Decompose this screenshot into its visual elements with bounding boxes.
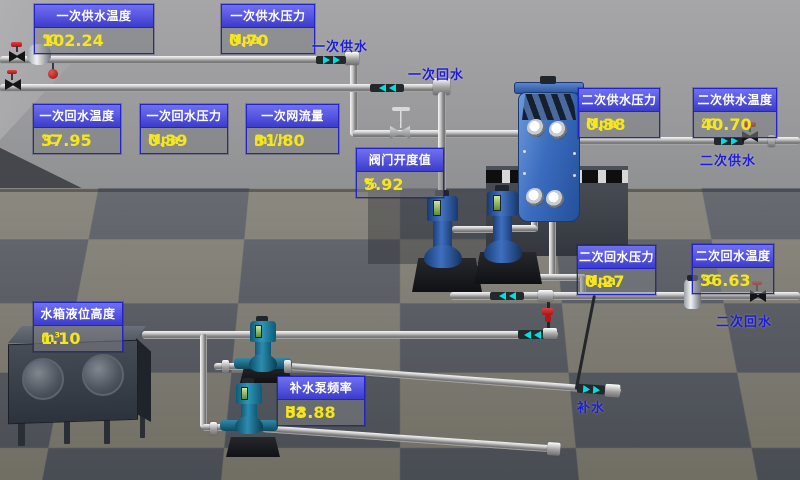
drain-valve-handle — [542, 308, 553, 315]
pipe-tag-makeup-water: 补水 — [577, 397, 605, 416]
gauge-tank-level[interactable]: 水箱液位高度 1.10m³ — [33, 302, 123, 352]
gauge-title: 一次回水压力 — [141, 105, 227, 128]
pipe-tag-secondary-supply: 二次供水 — [700, 150, 756, 169]
flow-arrow-primary-supply — [316, 56, 346, 64]
pump2-flange — [210, 422, 217, 435]
gauge-secondary-return-pressure[interactable]: 二次回水压力 0.27Mpa — [577, 245, 656, 295]
pump-motor — [250, 321, 276, 342]
makeup-pump-2[interactable] — [218, 378, 280, 438]
hx-tie-rods — [522, 94, 576, 120]
pipe-tag-primary-return: 一次回水 — [408, 64, 464, 83]
gauge-title: 补水泵频率 — [278, 377, 364, 400]
hx-bolt — [573, 174, 576, 177]
gauge-title: 二次回水压力 — [578, 246, 655, 269]
flow-arrow-secondary-supply — [714, 137, 744, 145]
tank-side-face — [136, 338, 151, 422]
gauge-value: 5.92 — [364, 175, 403, 194]
gauge-valve-opening[interactable]: 阀门开度值 5.92% — [356, 148, 444, 198]
hx-port-bottom-left — [526, 188, 544, 206]
gauge-value: 31.80 — [254, 131, 305, 150]
gauge-value: 0.38 — [586, 115, 625, 134]
hmi-screen: 一次供水温度 102.24℃ 一次供水压力 0.70Mpa 一次回水温度 37.… — [0, 0, 800, 480]
tank-line-flange — [543, 328, 557, 339]
gauge-title: 阀门开度值 — [357, 149, 443, 172]
gauge-value: 0.27 — [585, 272, 624, 291]
flow-arrow-tank-line — [518, 330, 546, 339]
pump-indicator-window — [493, 195, 501, 211]
gauge-title: 一次供水温度 — [35, 5, 153, 28]
gauge-title: 二次供水压力 — [579, 89, 659, 112]
hx-port-bottom-right — [546, 190, 564, 208]
hx-port-top-right — [549, 121, 567, 139]
makeup-header-end-flange — [605, 384, 621, 398]
pressure-sensor[interactable] — [48, 69, 58, 79]
gauge-value: 36.63 — [700, 271, 751, 290]
hx-lifting-lug — [540, 76, 556, 84]
pipe-secondary-supply — [562, 137, 800, 145]
tank-flange-left — [22, 358, 64, 400]
gauge-primary-return-temp[interactable]: 一次回水温度 37.95℃ — [33, 104, 121, 154]
gauge-title: 一次供水压力 — [222, 5, 314, 28]
pump-column — [433, 221, 452, 247]
gauge-primary-return-pressure[interactable]: 一次回水压力 0.39Mpa — [140, 104, 228, 154]
gauge-secondary-supply-temp[interactable]: 二次供水温度 40.70℃ — [693, 88, 777, 138]
pump-indicator-window — [433, 200, 441, 216]
gauge-value: 102.24 — [42, 31, 104, 50]
gauge-title: 水箱液位高度 — [34, 303, 122, 326]
pump1-flange — [284, 360, 291, 373]
pump1-flange — [222, 360, 229, 373]
pump-volute — [424, 245, 462, 268]
gauge-title: 二次供水温度 — [694, 89, 776, 112]
makeup-pump2-base — [226, 437, 280, 457]
gauge-value: 0.39 — [148, 131, 187, 150]
pump-indicator-window — [241, 387, 248, 400]
gauge-primary-supply-pressure[interactable]: 一次供水压力 0.70Mpa — [221, 4, 315, 54]
hx-bolt — [523, 150, 526, 153]
circ-pump-2[interactable] — [486, 185, 526, 275]
drain-valve-body[interactable] — [545, 315, 551, 322]
gauge-primary-network-flow[interactable]: 一次网流量 31.80m³/h — [246, 104, 339, 154]
pipe-tank-drop — [200, 334, 207, 428]
flow-arrow-primary-return — [370, 84, 404, 92]
flow-arrow-secondary-return — [490, 292, 524, 300]
pipe-tag-primary-supply: 一次供水 — [312, 36, 368, 55]
gauge-value: 40.70 — [701, 115, 752, 134]
secondary-return-flange — [538, 290, 553, 302]
valve-stem — [16, 46, 18, 52]
gauge-makeup-pump-frequency[interactable]: 补水泵频率 33.88Hz — [277, 376, 365, 426]
pump-volute — [249, 354, 277, 372]
gauge-value: 33.88 — [285, 403, 336, 422]
gauge-primary-supply-temp[interactable]: 一次供水温度 102.24℃ — [34, 4, 154, 54]
pipe-primary-supply-drop — [350, 58, 358, 136]
pump-indicator-window — [255, 325, 262, 338]
pump-motor — [487, 191, 518, 216]
tank-flange-right — [82, 354, 124, 396]
hx-bolt — [573, 152, 576, 155]
gauge-value: 37.95 — [41, 131, 92, 150]
circ-pump-1[interactable] — [426, 190, 466, 280]
pump-column — [493, 216, 512, 242]
lower-header-end-flange — [547, 442, 561, 456]
gauge-title: 二次回水温度 — [693, 245, 773, 268]
gauge-secondary-supply-pressure[interactable]: 二次供水压力 0.38Mpa — [578, 88, 660, 138]
gauge-title: 一次回水温度 — [34, 105, 120, 128]
hx-bolt — [523, 172, 526, 175]
pump-volute — [484, 240, 522, 263]
pump-motor — [236, 383, 262, 404]
gauge-secondary-return-temp[interactable]: 二次回水温度 36.63℃ — [692, 244, 774, 294]
valve-stem — [11, 74, 13, 80]
gauge-title: 一次网流量 — [247, 105, 338, 128]
pipe-tag-secondary-return: 二次回水 — [716, 311, 772, 330]
pump-motor — [427, 196, 458, 221]
gauge-value: 0.70 — [229, 31, 268, 50]
gauge-value: 1.10 — [41, 329, 80, 348]
pump-volute — [235, 416, 263, 434]
control-valve-stem — [400, 111, 403, 128]
hx-port-top-left — [527, 119, 545, 137]
